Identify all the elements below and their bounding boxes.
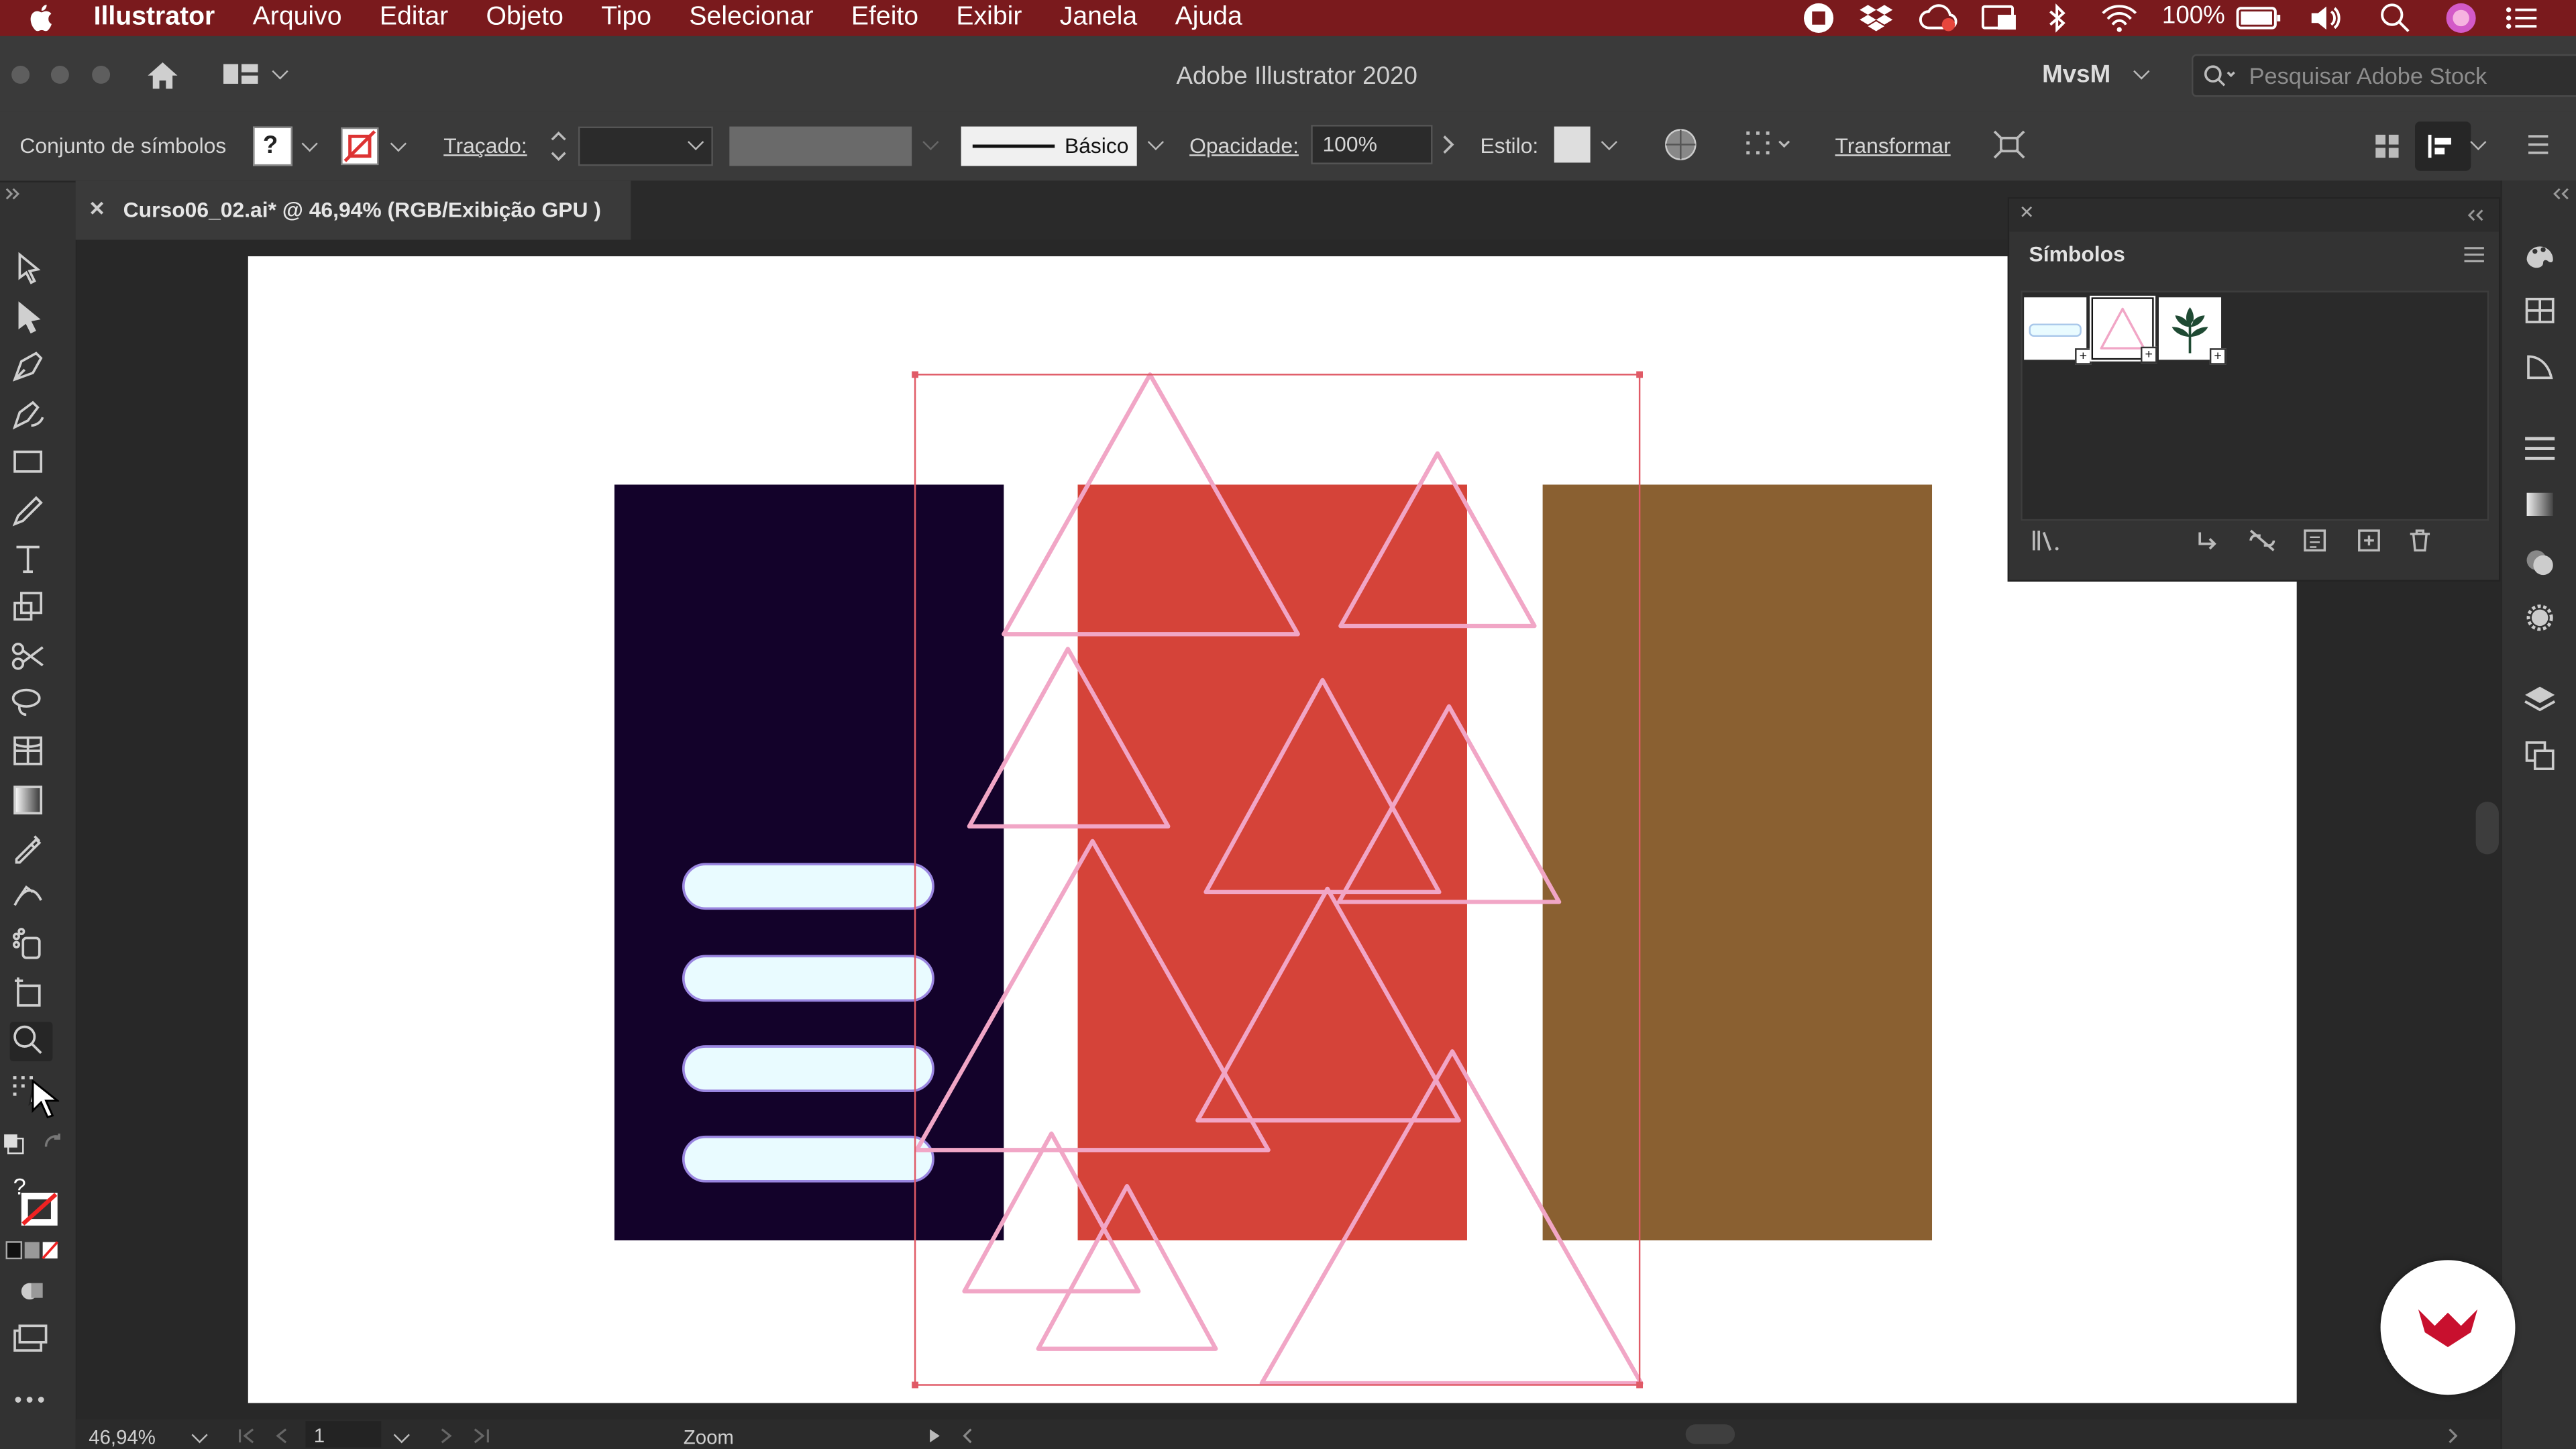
panel-menu-icon[interactable] bbox=[2463, 245, 2485, 264]
scroll-left-icon[interactable] bbox=[959, 1428, 975, 1444]
last-page-icon[interactable] bbox=[472, 1428, 491, 1444]
panel-close-icon[interactable]: ✕ bbox=[2019, 202, 2035, 223]
layers-icon[interactable] bbox=[2522, 682, 2558, 718]
plant-symbol-thumb[interactable]: + bbox=[2158, 297, 2226, 365]
brand-logo-icon bbox=[2418, 1309, 2478, 1348]
symbols-panel: ✕ Símbolos + + + bbox=[2007, 197, 2501, 582]
page-chevron-icon[interactable] bbox=[393, 1427, 410, 1444]
horizontal-scroll-thumb[interactable] bbox=[1685, 1424, 1735, 1444]
place-symbol-instance-icon[interactable] bbox=[2195, 529, 2221, 552]
panel-collapse-icon[interactable] bbox=[2466, 207, 2485, 223]
symbol-plus-badge: + bbox=[2141, 346, 2157, 364]
break-link-icon[interactable] bbox=[2246, 527, 2279, 553]
right-panel-dock bbox=[2475, 180, 2576, 1449]
plant-symbol-preview bbox=[2171, 307, 2208, 354]
status-bar: 46,94% 1 Zoom bbox=[75, 1419, 2501, 1449]
brushes-icon[interactable] bbox=[2522, 348, 2558, 384]
collapse-left-icon[interactable] bbox=[3, 186, 23, 202]
collapse-right-icon[interactable] bbox=[2551, 186, 2571, 202]
symbol-options-icon[interactable] bbox=[2302, 527, 2328, 553]
panel-title[interactable]: Símbolos bbox=[2029, 241, 2125, 266]
scroll-right-icon[interactable] bbox=[2445, 1428, 2461, 1444]
zoom-chevron-icon[interactable] bbox=[191, 1427, 208, 1444]
pill-shape[interactable] bbox=[682, 1045, 934, 1092]
pill-shape[interactable] bbox=[682, 1135, 934, 1183]
mouse-cursor-icon bbox=[32, 1079, 60, 1119]
page-field[interactable]: 1 bbox=[305, 1421, 382, 1448]
zoom-level[interactable]: 46,94% bbox=[89, 1426, 156, 1449]
panel-header: ✕ bbox=[2009, 199, 2499, 232]
dock-scrollbar[interactable] bbox=[2475, 802, 2499, 855]
stroke-panel-icon[interactable] bbox=[2522, 431, 2558, 467]
status-menu-arrow-icon[interactable] bbox=[926, 1428, 943, 1444]
symbols-grid: + + + bbox=[2021, 290, 2489, 521]
transparency-icon[interactable] bbox=[2522, 544, 2558, 580]
brand-badge bbox=[2380, 1260, 2516, 1395]
color-guide-icon[interactable] bbox=[2522, 237, 2558, 273]
symbol-plus-badge: + bbox=[2075, 348, 2092, 365]
delete-symbol-icon[interactable] bbox=[2407, 527, 2433, 553]
pill-symbol-preview bbox=[2029, 323, 2082, 337]
symbol-libraries-icon[interactable] bbox=[2031, 527, 2063, 553]
gradient-panel-icon[interactable] bbox=[2522, 486, 2558, 523]
brown-card[interactable] bbox=[1542, 484, 1933, 1240]
artboards-icon[interactable] bbox=[2522, 738, 2558, 774]
pill-symbol-thumb[interactable]: + bbox=[2024, 297, 2092, 365]
first-page-icon[interactable] bbox=[237, 1428, 256, 1444]
next-page-icon[interactable] bbox=[439, 1428, 455, 1444]
navy-card[interactable] bbox=[614, 484, 1004, 1240]
new-symbol-icon[interactable] bbox=[2356, 527, 2382, 553]
pill-shape[interactable] bbox=[682, 863, 934, 910]
triangle-symbol-thumb[interactable]: + bbox=[2090, 295, 2157, 364]
pill-shape[interactable] bbox=[682, 955, 934, 1002]
swatches-icon[interactable] bbox=[2522, 292, 2558, 329]
symbol-plus-badge: + bbox=[2209, 348, 2226, 365]
current-tool-readout: Zoom bbox=[683, 1426, 734, 1449]
prev-page-icon[interactable] bbox=[273, 1428, 289, 1444]
appearance-icon[interactable] bbox=[2522, 600, 2558, 636]
page-number: 1 bbox=[313, 1424, 325, 1448]
triangle-symbol-preview bbox=[2100, 307, 2145, 350]
